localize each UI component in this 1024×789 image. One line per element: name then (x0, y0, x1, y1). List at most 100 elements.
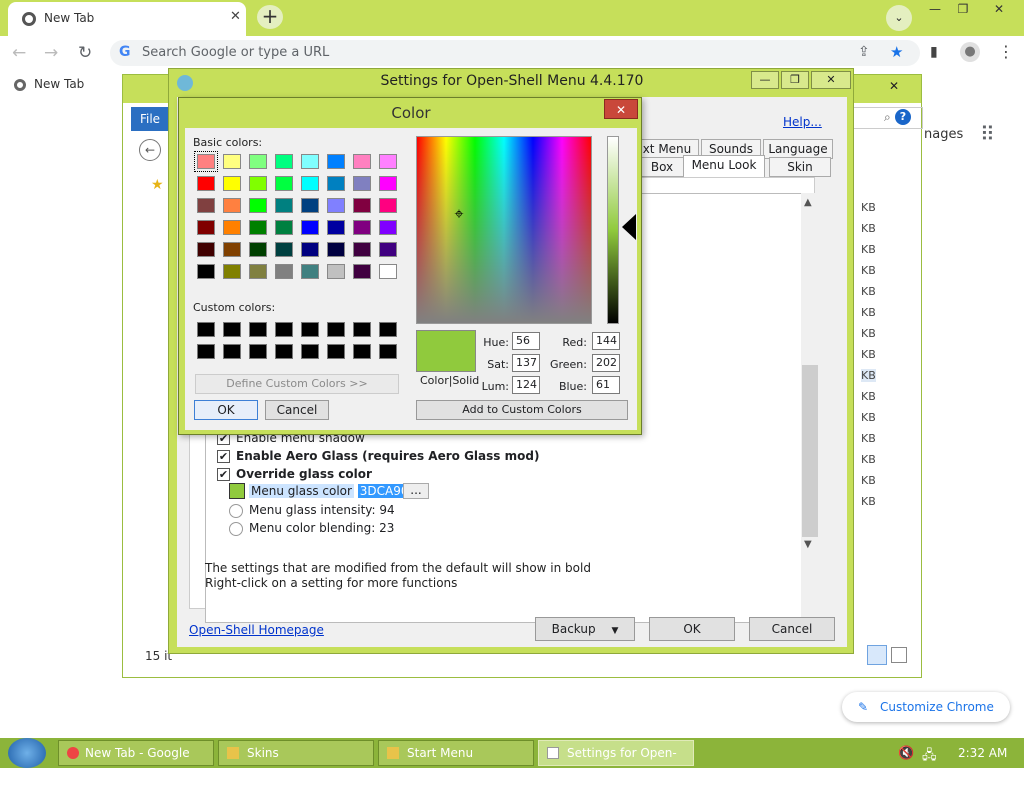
color-dialog-close-button[interactable]: ✕ (604, 99, 638, 119)
back-icon[interactable]: ← (12, 43, 26, 63)
custom-color-swatch[interactable] (353, 322, 371, 337)
basic-color-swatch[interactable] (249, 264, 267, 279)
tab-skin[interactable]: Skin (769, 157, 831, 177)
custom-color-swatch[interactable] (353, 344, 371, 359)
explorer-close-icon[interactable]: ✕ (889, 79, 899, 93)
basic-color-swatch[interactable] (353, 176, 371, 191)
basic-color-swatch[interactable] (197, 198, 215, 213)
taskbar-item-settings[interactable]: Settings for Open-Sh... (538, 740, 694, 784)
forward-icon[interactable]: → (44, 43, 58, 63)
basic-color-swatch[interactable] (379, 220, 397, 235)
basic-color-swatch[interactable] (301, 220, 319, 235)
basic-color-swatch[interactable] (223, 220, 241, 235)
basic-color-swatch[interactable] (327, 242, 345, 257)
settings-restore-button[interactable]: ❐ (781, 71, 809, 89)
tab-language[interactable]: Language (763, 139, 833, 159)
minimize-button[interactable]: — (922, 2, 948, 20)
basic-color-swatch[interactable] (327, 176, 345, 191)
crosshair-icon[interactable]: ⌖ (451, 206, 467, 222)
settings-cancel-button[interactable]: Cancel (749, 617, 835, 641)
basic-color-swatch[interactable] (379, 198, 397, 213)
start-orb-icon[interactable] (8, 738, 46, 768)
checkbox-icon[interactable]: ✔ (217, 468, 230, 481)
basic-color-swatch[interactable] (197, 264, 215, 279)
basic-color-swatch[interactable] (223, 154, 241, 169)
lum-field[interactable]: 124 (512, 376, 540, 394)
basic-color-swatch[interactable] (327, 154, 345, 169)
restore-button[interactable]: ❐ (950, 2, 976, 20)
basic-color-swatch[interactable] (249, 220, 267, 235)
apps-grid-icon[interactable]: ⠿ (980, 122, 995, 146)
tab-search-icon[interactable]: ⌄ (886, 5, 912, 31)
color-spectrum[interactable] (416, 136, 592, 324)
basic-color-swatch[interactable] (197, 176, 215, 191)
basic-color-swatch[interactable] (379, 242, 397, 257)
basic-color-swatch[interactable] (275, 242, 293, 257)
reload-icon[interactable]: ↻ (78, 43, 92, 63)
basic-color-swatch[interactable] (379, 264, 397, 279)
scroll-thumb[interactable] (802, 365, 818, 537)
basic-color-swatch[interactable] (223, 176, 241, 191)
bookmark-new-tab[interactable]: New Tab (14, 77, 84, 91)
customize-chrome-button[interactable]: ✎ Customize Chrome (842, 692, 1010, 722)
color-cancel-button[interactable]: Cancel (265, 400, 329, 420)
tiles-view-icon[interactable] (891, 647, 907, 663)
basic-color-swatch[interactable] (301, 176, 319, 191)
basic-color-swatch[interactable] (249, 242, 267, 257)
help-link[interactable]: Help... (783, 115, 822, 129)
volume-muted-icon[interactable]: 🔇 (898, 746, 914, 761)
network-icon[interactable]: 🖧 (922, 746, 937, 768)
basic-color-swatch[interactable] (197, 220, 215, 235)
basic-color-swatch[interactable] (301, 242, 319, 257)
basic-color-swatch[interactable] (249, 198, 267, 213)
luminosity-slider[interactable] (607, 136, 619, 324)
custom-color-swatch[interactable] (275, 322, 293, 337)
basic-color-swatch[interactable] (249, 176, 267, 191)
custom-color-swatch[interactable] (275, 344, 293, 359)
basic-color-swatch[interactable] (353, 242, 371, 257)
option-enable-aero-glass[interactable]: ✔ Enable Aero Glass (requires Aero Glass … (217, 449, 539, 463)
explorer-back-icon[interactable]: ← (139, 139, 161, 161)
bookmark-star-icon[interactable]: ★ (890, 43, 903, 61)
basic-color-swatch[interactable] (275, 176, 293, 191)
taskbar-item-start-menu[interactable]: Start Menu (378, 740, 534, 766)
custom-color-swatch[interactable] (197, 322, 215, 337)
chrome-menu-icon[interactable]: ⋮ (998, 42, 1014, 61)
red-field[interactable]: 144 (592, 332, 620, 350)
luminosity-arrow-icon[interactable] (622, 214, 636, 240)
basic-color-swatch[interactable] (327, 198, 345, 213)
basic-color-swatch[interactable] (194, 151, 218, 172)
images-link[interactable]: nages (924, 127, 963, 142)
settings-ok-button[interactable]: OK (649, 617, 735, 641)
clock[interactable]: 2:32 AM (958, 746, 1007, 760)
side-panel-icon[interactable]: ▮ (930, 44, 938, 60)
sat-field[interactable]: 137 (512, 354, 540, 372)
share-icon[interactable]: ⇪ (858, 44, 870, 60)
basic-color-swatch[interactable] (197, 242, 215, 257)
settings-minimize-button[interactable]: — (751, 71, 779, 89)
basic-color-swatch[interactable] (327, 264, 345, 279)
scroll-down-icon[interactable]: ▼ (804, 539, 812, 550)
tab-search-box[interactable]: Box (639, 157, 685, 177)
custom-color-swatch[interactable] (379, 322, 397, 337)
basic-color-swatch[interactable] (379, 154, 397, 169)
help-icon[interactable]: ? (895, 109, 911, 125)
custom-color-swatch[interactable] (223, 322, 241, 337)
basic-color-swatch[interactable] (223, 198, 241, 213)
option-color-blending[interactable]: Menu color blending: 23 (229, 521, 394, 536)
basic-color-swatch[interactable] (301, 264, 319, 279)
tab-menu-look[interactable]: Menu Look (683, 155, 765, 179)
homepage-link[interactable]: Open-Shell Homepage (189, 623, 324, 637)
basic-color-swatch[interactable] (353, 264, 371, 279)
custom-color-swatch[interactable] (249, 322, 267, 337)
explorer-search-box[interactable]: ⌕ (853, 107, 923, 129)
basic-color-swatch[interactable] (379, 176, 397, 191)
explorer-file-tab[interactable]: File (131, 107, 169, 131)
basic-color-swatch[interactable] (275, 198, 293, 213)
basic-color-swatch[interactable] (275, 220, 293, 235)
omnibox[interactable]: G Search Google or type a URL ⇪ ★ (110, 40, 920, 66)
scroll-up-icon[interactable]: ▲ (804, 197, 812, 208)
backup-button[interactable]: Backup ▼ (535, 617, 635, 641)
basic-color-swatch[interactable] (223, 242, 241, 257)
checkbox-icon[interactable]: ✔ (217, 450, 230, 463)
